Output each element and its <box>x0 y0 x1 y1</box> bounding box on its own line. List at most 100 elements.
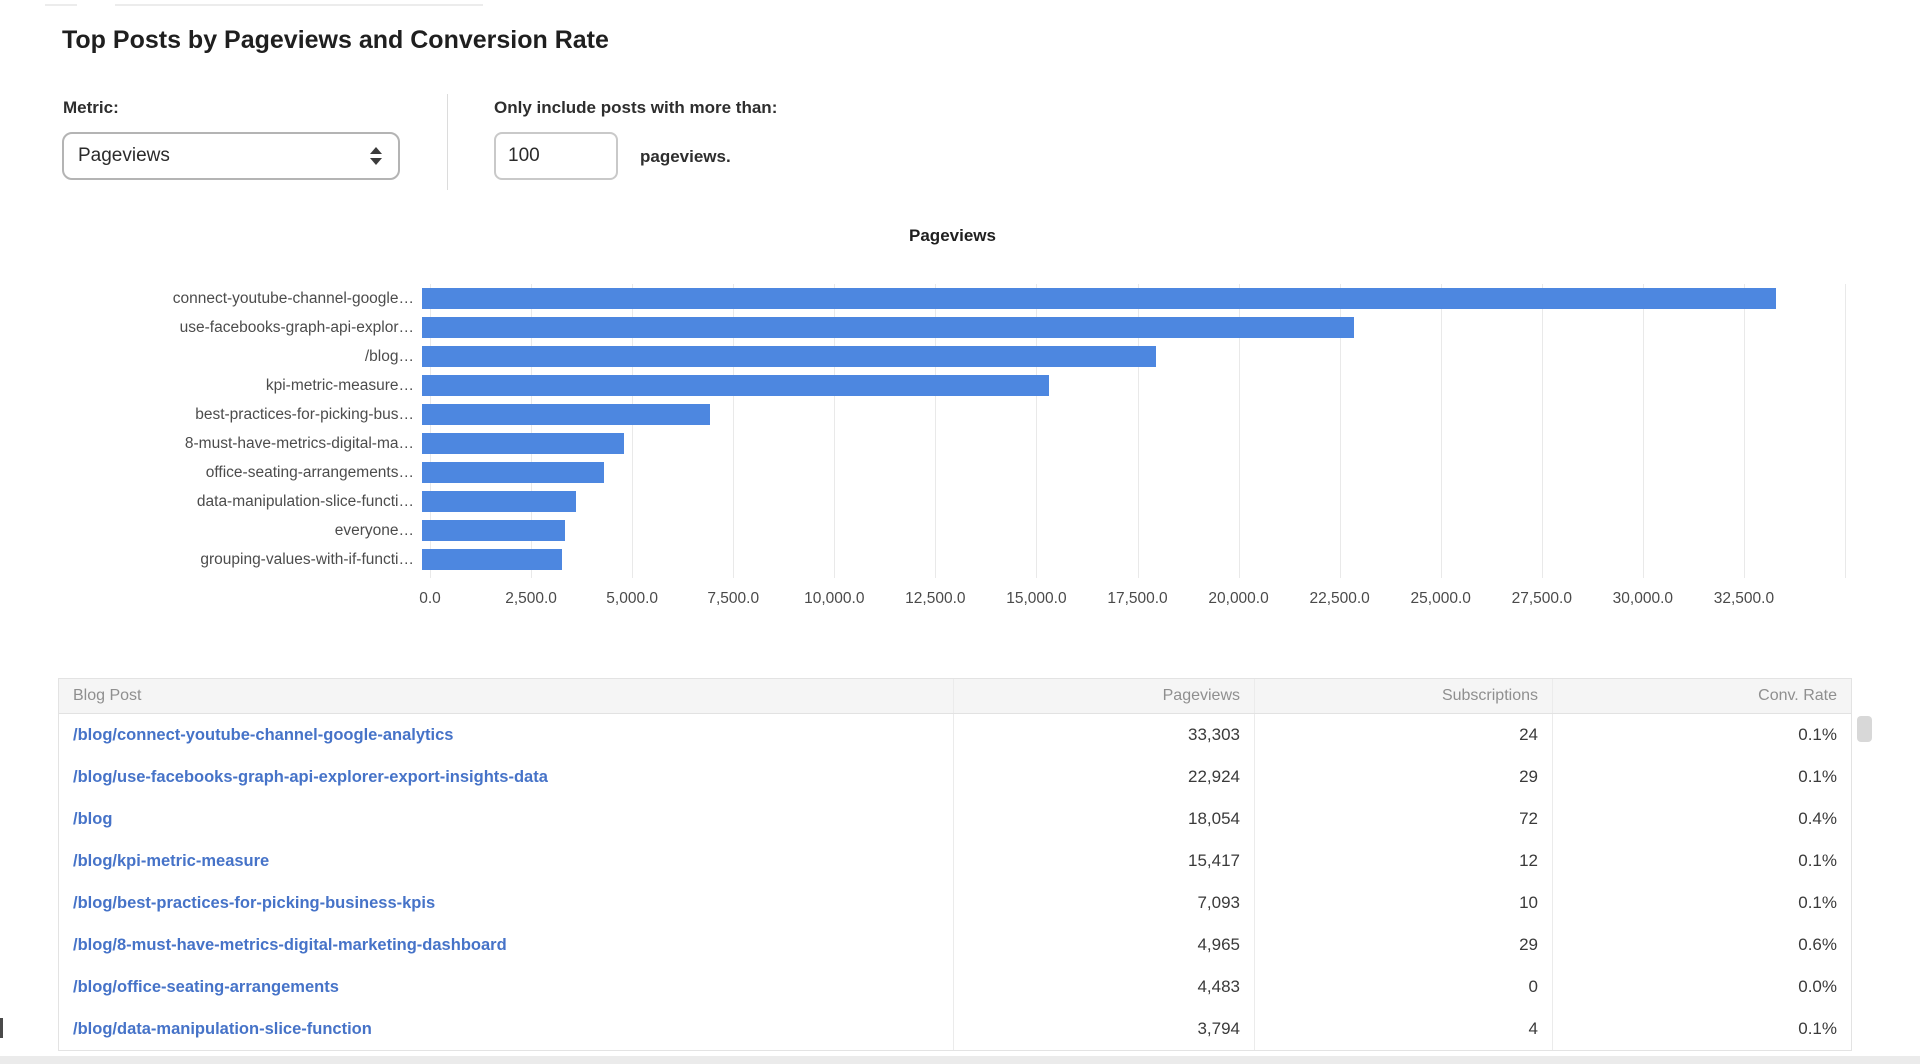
x-axis-tick-label: 22,500.0 <box>1309 590 1369 608</box>
table-header-row: Blog PostPageviewsSubscriptionsConv. Rat… <box>59 679 1851 714</box>
blog-post-link[interactable]: /blog/office-seating-arrangements <box>59 966 953 1008</box>
chart-category-label: grouping-values-with-if-functi… <box>60 545 422 574</box>
chart-row: best-practices-for-picking-bus… <box>60 400 1845 429</box>
chart-bar-track <box>422 545 1845 574</box>
chart-row: kpi-metric-measure… <box>60 371 1845 400</box>
gridline <box>1845 284 1846 578</box>
x-axis-tick-label: 27,500.0 <box>1512 590 1572 608</box>
chart-bar <box>422 549 562 570</box>
chart-bar <box>422 317 1354 338</box>
table-row: /blog/use-facebooks-graph-api-explorer-e… <box>59 756 1851 798</box>
select-arrows-icon <box>370 147 382 165</box>
x-axis-tick-label: 5,000.0 <box>606 590 658 608</box>
chart-category-label: data-manipulation-slice-functi… <box>60 487 422 516</box>
x-axis-tick-label: 0.0 <box>419 590 441 608</box>
page-title: Top Posts by Pageviews and Conversion Ra… <box>62 26 609 55</box>
pageviews-value: 33,303 <box>953 714 1254 756</box>
chart-row: /blog… <box>60 342 1845 371</box>
subscriptions-value: 12 <box>1254 840 1552 882</box>
pageviews-value: 15,417 <box>953 840 1254 882</box>
chart-row: everyone… <box>60 516 1845 545</box>
x-axis-tick-label: 15,000.0 <box>1006 590 1066 608</box>
pageviews-value: 22,924 <box>953 756 1254 798</box>
metric-select[interactable]: Pageviews <box>62 132 400 180</box>
blog-post-link[interactable]: /blog/connect-youtube-channel-google-ana… <box>59 714 953 756</box>
chart-category-label: best-practices-for-picking-bus… <box>60 400 422 429</box>
subscriptions-value: 29 <box>1254 756 1552 798</box>
chart-bar-track <box>422 400 1845 429</box>
conv-rate-value: 0.1% <box>1552 1008 1851 1050</box>
table-row: /blog/8-must-have-metrics-digital-market… <box>59 924 1851 966</box>
chart-bar-track <box>422 429 1845 458</box>
conv-rate-value: 0.0% <box>1552 966 1851 1008</box>
x-axis-tick-label: 12,500.0 <box>905 590 965 608</box>
table-column-header: Conv. Rate <box>1552 679 1851 713</box>
posts-table: Blog PostPageviewsSubscriptionsConv. Rat… <box>58 678 1852 1051</box>
chart-bar <box>422 433 624 454</box>
x-axis-tick-label: 17,500.0 <box>1107 590 1167 608</box>
controls-divider <box>447 94 448 190</box>
chart-bar-track <box>422 342 1845 371</box>
pageviews-bar-chart: Pageviews connect-youtube-channel-google… <box>60 226 1845 626</box>
chart-category-label: connect-youtube-channel-google… <box>60 284 422 313</box>
chart-rows: connect-youtube-channel-google…use-faceb… <box>60 284 1845 574</box>
table-row: /blog/best-practices-for-picking-busines… <box>59 882 1851 924</box>
chart-bar <box>422 520 565 541</box>
conv-rate-value: 0.1% <box>1552 756 1851 798</box>
chart-category-label: everyone… <box>60 516 422 545</box>
conv-rate-value: 0.1% <box>1552 714 1851 756</box>
metric-label: Metric: <box>63 98 119 118</box>
conv-rate-value: 0.1% <box>1552 840 1851 882</box>
metric-select-value: Pageviews <box>78 145 170 167</box>
table-column-header: Blog Post <box>59 679 953 713</box>
chart-bar-track <box>422 458 1845 487</box>
chart-bar <box>422 404 710 425</box>
x-axis-tick-label: 10,000.0 <box>804 590 864 608</box>
blog-post-link[interactable]: /blog/use-facebooks-graph-api-explorer-e… <box>59 756 953 798</box>
bottom-edge-artifact <box>0 1056 1920 1064</box>
dashboard-screen: Top Posts by Pageviews and Conversion Ra… <box>0 0 1920 1064</box>
blog-post-link[interactable]: /blog/data-manipulation-slice-function <box>59 1008 953 1050</box>
chart-category-label: 8-must-have-metrics-digital-ma… <box>60 429 422 458</box>
table-scrollbar-thumb[interactable] <box>1857 716 1872 742</box>
chart-category-label: use-facebooks-graph-api-explor… <box>60 313 422 342</box>
pageviews-value: 4,965 <box>953 924 1254 966</box>
top-edge-artifact <box>45 4 77 6</box>
chart-bar-track <box>422 487 1845 516</box>
pageviews-value: 7,093 <box>953 882 1254 924</box>
pageviews-value: 4,483 <box>953 966 1254 1008</box>
blog-post-link[interactable]: /blog <box>59 798 953 840</box>
chart-bar-track <box>422 284 1845 313</box>
chart-row: data-manipulation-slice-functi… <box>60 487 1845 516</box>
subscriptions-value: 0 <box>1254 966 1552 1008</box>
table-column-header: Pageviews <box>953 679 1254 713</box>
chart-bar <box>422 462 604 483</box>
table-body: /blog/connect-youtube-channel-google-ana… <box>59 714 1851 1050</box>
subscriptions-value: 4 <box>1254 1008 1552 1050</box>
chart-bar-track <box>422 313 1845 342</box>
chart-row: connect-youtube-channel-google… <box>60 284 1845 313</box>
left-edge-artifact <box>0 1018 3 1038</box>
conv-rate-value: 0.4% <box>1552 798 1851 840</box>
subscriptions-value: 29 <box>1254 924 1552 966</box>
chart-row: use-facebooks-graph-api-explor… <box>60 313 1845 342</box>
chart-row: grouping-values-with-if-functi… <box>60 545 1845 574</box>
table-row: /blog18,054720.4% <box>59 798 1851 840</box>
blog-post-link[interactable]: /blog/8-must-have-metrics-digital-market… <box>59 924 953 966</box>
min-pageviews-input[interactable] <box>494 132 618 180</box>
chart-row: 8-must-have-metrics-digital-ma… <box>60 429 1845 458</box>
conv-rate-value: 0.6% <box>1552 924 1851 966</box>
subscriptions-value: 24 <box>1254 714 1552 756</box>
filter-suffix-label: pageviews. <box>640 147 731 167</box>
filter-label: Only include posts with more than: <box>494 98 777 118</box>
blog-post-link[interactable]: /blog/kpi-metric-measure <box>59 840 953 882</box>
top-edge-artifact <box>115 4 483 6</box>
x-axis-tick-label: 2,500.0 <box>505 590 557 608</box>
chart-bar <box>422 346 1156 367</box>
table-row: /blog/connect-youtube-channel-google-ana… <box>59 714 1851 756</box>
chart-row: office-seating-arrangements… <box>60 458 1845 487</box>
blog-post-link[interactable]: /blog/best-practices-for-picking-busines… <box>59 882 953 924</box>
chart-category-label: /blog… <box>60 342 422 371</box>
x-axis-tick-label: 7,500.0 <box>707 590 759 608</box>
chart-title: Pageviews <box>60 226 1845 246</box>
